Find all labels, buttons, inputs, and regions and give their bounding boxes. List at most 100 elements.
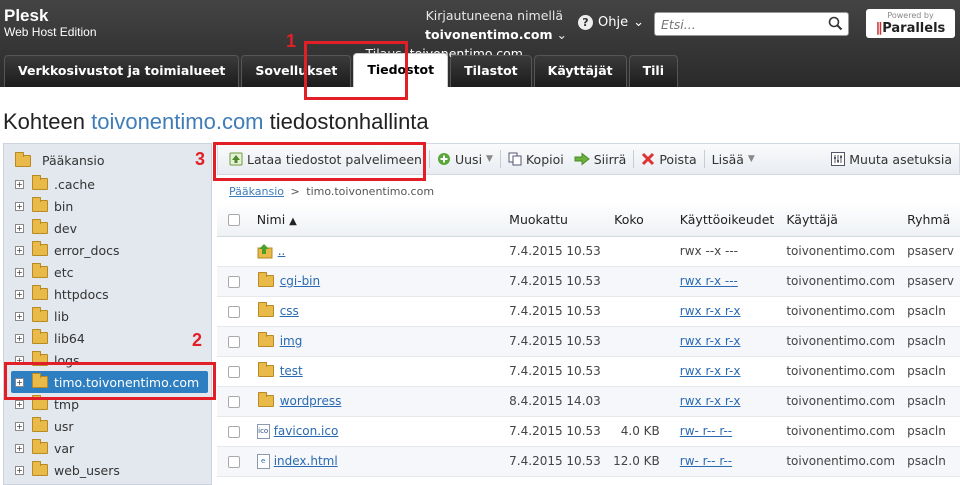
file-name-link[interactable]: css <box>280 304 299 318</box>
size-cell <box>607 326 674 357</box>
table-row[interactable]: ico favicon.ico 7.4.2015 10.53 4.0 KB rw- r-… <box>217 416 960 447</box>
file-name-link[interactable]: index.html <box>274 454 338 468</box>
permissions-link[interactable]: rwx r-x r-x <box>680 364 741 378</box>
tree-item[interactable]: + bin <box>15 197 73 215</box>
tree-item[interactable]: + error_docs <box>15 241 119 259</box>
folder-icon <box>32 307 48 322</box>
col-group[interactable]: Ryhmä <box>901 203 960 237</box>
table-row[interactable]: e index.html 7.4.2015 10.53 12.0 KB rw- r-- … <box>217 446 960 477</box>
permissions-cell: rw- r-- r-- <box>673 446 781 477</box>
tree-item-label: usr <box>54 418 74 434</box>
folder-up-icon <box>257 244 273 259</box>
expand-icon[interactable]: + <box>15 201 24 211</box>
table-row[interactable]: img 7.4.2015 10.53 rwx r-x r-x toivonentimo… <box>217 326 960 357</box>
expand-icon[interactable]: + <box>15 223 24 233</box>
tree-item-label: error_docs <box>54 242 120 258</box>
col-user[interactable]: Käyttäjä <box>780 203 902 237</box>
settings-button[interactable]: Muuta asetuksia <box>826 144 957 174</box>
file-name-link[interactable]: favicon.ico <box>274 424 339 438</box>
permissions-link[interactable]: rwx r-x r-x <box>680 304 741 318</box>
col-permissions[interactable]: Käyttöoikeudet <box>673 203 781 237</box>
row-checkbox-cell <box>217 446 250 477</box>
search-input[interactable] <box>655 13 815 35</box>
tab-users[interactable]: Käyttäjät <box>533 55 627 87</box>
expand-icon[interactable]: + <box>15 245 24 255</box>
user-cell: toivonentimo.com <box>780 386 902 417</box>
row-checkbox[interactable] <box>228 365 240 378</box>
tree-item[interactable]: + lib <box>15 307 69 325</box>
table-row[interactable]: wordpress 8.4.2015 14.03 rwx r-x r-x toivon… <box>217 386 960 417</box>
file-name-link[interactable]: test <box>280 364 303 378</box>
expand-icon[interactable]: + <box>15 179 24 189</box>
expand-icon[interactable]: + <box>15 399 24 409</box>
file-name-link[interactable]: wordpress <box>280 394 342 408</box>
tree-item[interactable]: + var <box>15 439 74 457</box>
brand-logo[interactable]: Plesk Web Host Edition <box>4 7 97 40</box>
select-all-checkbox[interactable] <box>228 214 240 227</box>
logged-in-line[interactable]: Kirjautuneena nimellä toivonentimo.com ⌄ <box>307 6 567 44</box>
tab-statistics[interactable]: Tilastot <box>450 55 532 87</box>
table-row[interactable]: cgi-bin 7.4.2015 10.53 rwx r-x --- toivonen… <box>217 266 960 297</box>
tree-item[interactable]: + dev <box>15 219 77 237</box>
breadcrumb-root[interactable]: Pääkansio <box>229 185 284 198</box>
page-title-domain[interactable]: toivonentimo.com <box>91 109 263 134</box>
file-name-link[interactable]: cgi-bin <box>280 274 320 288</box>
expand-icon[interactable]: + <box>15 443 24 453</box>
col-modified[interactable]: Muokattu <box>503 203 608 237</box>
tree-item[interactable]: + lib64 <box>15 329 85 347</box>
expand-icon[interactable]: + <box>15 267 24 277</box>
expand-icon[interactable]: + <box>15 289 24 299</box>
help-menu[interactable]: ? Ohje ⌄ <box>578 15 644 30</box>
name-cell: .. <box>249 236 504 267</box>
new-button[interactable]: Uusi ▼ <box>432 144 498 174</box>
row-checkbox[interactable] <box>228 275 240 288</box>
name-cell: e index.html <box>249 446 504 477</box>
tree-item[interactable]: + web_users <box>15 461 120 479</box>
col-name[interactable]: Nimi ▲ <box>249 203 504 237</box>
expand-icon[interactable]: + <box>15 421 24 431</box>
parallels-logo[interactable]: Powered by ∥Parallels <box>866 9 955 38</box>
file-name-link[interactable]: img <box>280 334 303 348</box>
permissions-link[interactable]: rw- r-- r-- <box>680 424 732 438</box>
expand-icon[interactable]: + <box>15 311 24 321</box>
expand-icon[interactable]: + <box>15 465 24 475</box>
tree-item[interactable]: + httpdocs <box>15 285 109 303</box>
row-checkbox[interactable] <box>228 425 240 438</box>
table-row[interactable]: css 7.4.2015 10.53 rwx r-x r-x toivonentimo… <box>217 296 960 327</box>
row-checkbox[interactable] <box>228 335 240 348</box>
tree-item[interactable]: + .cache <box>15 175 95 193</box>
group-cell: psaserv <box>901 236 960 267</box>
move-button[interactable]: Siirrä <box>569 144 632 174</box>
table-header: Nimi ▲ Muokattu Koko Käyttöoikeudet Käyt… <box>217 203 960 237</box>
size-cell <box>607 236 674 267</box>
toolbar-divider <box>703 150 705 168</box>
tab-websites[interactable]: Verkkosivustot ja toimialueet <box>4 55 240 87</box>
table-row[interactable]: test 7.4.2015 10.53 rwx r-x r-x toivonentim… <box>217 356 960 387</box>
permissions-link[interactable]: rw- r-- r-- <box>680 454 732 468</box>
file-name-link[interactable]: .. <box>278 244 286 258</box>
folder-icon <box>257 332 274 347</box>
row-checkbox[interactable] <box>228 395 240 408</box>
permissions-link[interactable]: rwx r-x r-x <box>680 394 741 408</box>
tab-account[interactable]: Tili <box>628 55 678 87</box>
tree-item[interactable]: + etc <box>15 263 73 281</box>
permissions-link[interactable]: rwx r-x --- <box>680 274 738 288</box>
permissions-link[interactable]: rwx r-x r-x <box>680 334 741 348</box>
expand-icon[interactable]: + <box>15 333 24 343</box>
table-row[interactable]: .. 7.4.2015 10.53 rwx --x --- toivonentimo.… <box>217 236 960 267</box>
search-icon[interactable] <box>828 16 843 35</box>
row-checkbox[interactable] <box>228 305 240 318</box>
tree-root[interactable]: Pääkansio <box>13 151 105 168</box>
tree-item[interactable]: + usr <box>15 417 74 435</box>
more-button[interactable]: Lisää ▼ <box>707 144 760 174</box>
tree-item-label: web_users <box>54 462 120 478</box>
col-size[interactable]: Koko <box>607 203 674 237</box>
folder-icon <box>257 362 274 377</box>
delete-button[interactable]: Poista <box>636 144 701 174</box>
row-checkbox[interactable] <box>228 455 240 468</box>
toolbar-divider <box>499 150 501 168</box>
user-cell: toivonentimo.com <box>780 326 902 357</box>
group-cell: psacln <box>901 296 960 327</box>
copy-button[interactable]: Kopioi <box>503 144 569 174</box>
modified-cell: 7.4.2015 10.53 <box>503 266 608 297</box>
